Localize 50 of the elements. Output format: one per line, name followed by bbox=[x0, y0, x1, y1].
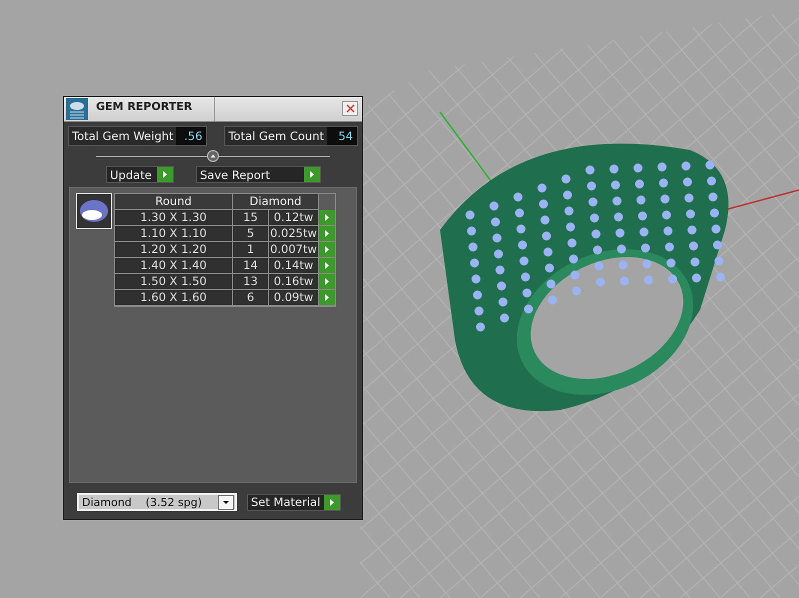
select-row-button[interactable] bbox=[319, 258, 335, 274]
table-cell: 0.16tw bbox=[269, 274, 319, 290]
window-title: GEM REPORTER bbox=[90, 97, 215, 121]
set-material-button[interactable]: Set Material bbox=[247, 494, 342, 510]
stat-value: 54 bbox=[327, 127, 357, 145]
table-cell: 1.30 X 1.30 bbox=[115, 210, 233, 226]
select-row-button[interactable] bbox=[319, 290, 335, 306]
stat-label: Total Gem Count bbox=[225, 127, 327, 145]
table-cell: 5 bbox=[233, 226, 269, 242]
table-cell: 1 bbox=[233, 242, 269, 258]
play-icon bbox=[319, 290, 335, 305]
play-icon bbox=[157, 167, 173, 182]
table-cell: 0.007tw bbox=[269, 242, 319, 258]
stat-value: .56 bbox=[176, 127, 206, 145]
column-header: Round bbox=[115, 194, 233, 210]
close-icon bbox=[346, 104, 354, 113]
select-row-button[interactable] bbox=[319, 242, 335, 258]
table-cell: 1.50 X 1.50 bbox=[115, 274, 233, 290]
stat-label: Total Gem Weight bbox=[69, 127, 176, 145]
select-row-button[interactable] bbox=[319, 274, 335, 290]
play-icon bbox=[304, 167, 320, 182]
play-icon bbox=[319, 274, 335, 289]
app-icon bbox=[66, 98, 88, 120]
table-cell: 0.14tw bbox=[269, 258, 319, 274]
play-icon bbox=[319, 242, 335, 257]
dropdown-caret-icon bbox=[218, 494, 234, 510]
table-cell: 1.40 X 1.40 bbox=[115, 258, 233, 274]
table-cell: 1.20 X 1.20 bbox=[115, 242, 233, 258]
table-cell: 0.09tw bbox=[269, 290, 319, 306]
material-dropdown[interactable]: Diamond (3.52 spg) bbox=[77, 493, 237, 511]
table-cell: 0.12tw bbox=[269, 210, 319, 226]
play-icon bbox=[324, 494, 340, 510]
action-button[interactable]: Update bbox=[106, 166, 174, 183]
select-row-button[interactable] bbox=[319, 210, 335, 226]
action-button[interactable]: Save Report bbox=[196, 166, 321, 183]
play-icon bbox=[319, 258, 335, 273]
gem-icon bbox=[76, 193, 112, 229]
table-cell: 14 bbox=[233, 258, 269, 274]
play-icon bbox=[319, 210, 335, 225]
table-cell: 15 bbox=[233, 210, 269, 226]
collapse-handle[interactable] bbox=[207, 150, 219, 162]
column-header: Diamond bbox=[233, 194, 319, 210]
close-button[interactable] bbox=[342, 101, 358, 116]
table-cell: 1.10 X 1.10 bbox=[115, 226, 233, 242]
table-cell: 6 bbox=[233, 290, 269, 306]
play-icon bbox=[319, 226, 335, 241]
select-row-button[interactable] bbox=[319, 226, 335, 242]
table-cell: 1.60 X 1.60 bbox=[115, 290, 233, 306]
table-cell: 0.025tw bbox=[269, 226, 319, 242]
table-cell: 13 bbox=[233, 274, 269, 290]
